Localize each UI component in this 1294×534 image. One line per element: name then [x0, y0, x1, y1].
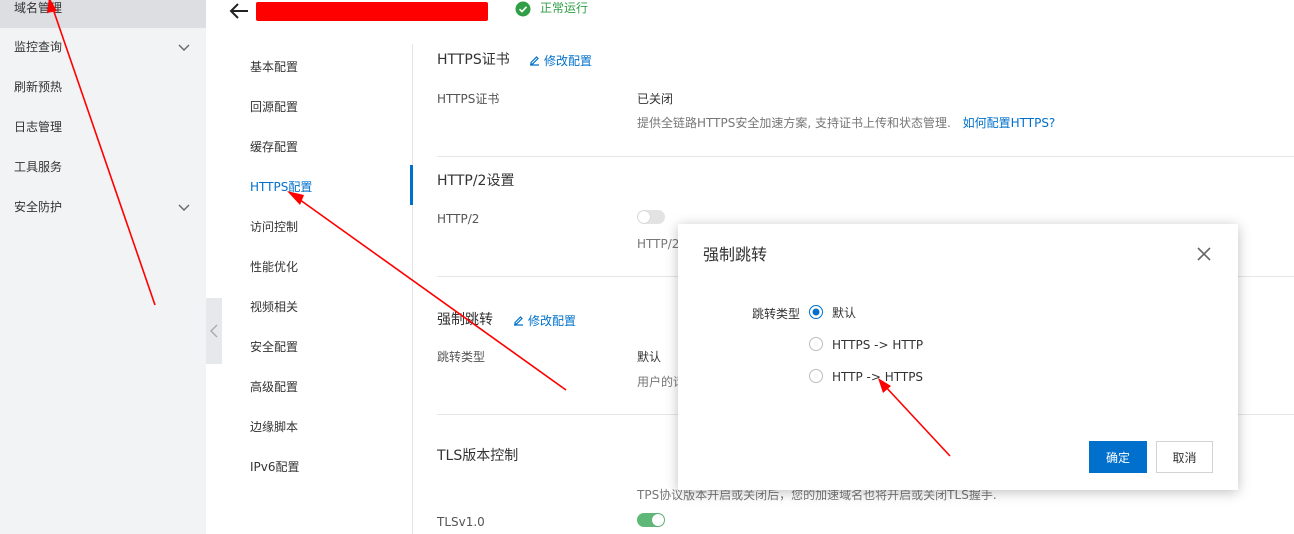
redirect-value: 默认: [637, 350, 662, 364]
section-title-tls: TLS版本控制: [437, 448, 519, 464]
submenu-item-advanced[interactable]: 高级配置: [250, 377, 298, 397]
nav-item-log-management[interactable]: 日志管理: [0, 107, 206, 147]
nav-item-monitoring[interactable]: 监控查询: [0, 27, 206, 67]
left-nav: 域名管理 监控查询 刷新预热 日志管理 工具服务 安全防护: [0, 0, 206, 534]
annotation-arrow-submenu: [295, 196, 567, 391]
section-title-https-cert: HTTPS证书: [437, 52, 510, 68]
chevron-left-icon: [210, 324, 218, 338]
redirect-dialog: 强制跳转 跳转类型 默认 HTTPS -> HTTP HTTP -> HTTPS…: [678, 224, 1238, 490]
submenu-item-cache[interactable]: 缓存配置: [250, 137, 298, 157]
submenu-item-access-control[interactable]: 访问控制: [250, 217, 298, 237]
nav-item-label: 监控查询: [14, 40, 63, 54]
chevron-down-icon: [178, 44, 190, 51]
https-cert-description: 提供全链路HTTPS安全加速方案, 支持证书上传和状态管理. 如何配置HTTPS…: [637, 115, 1055, 131]
edit-https-cert-link[interactable]: 修改配置: [529, 51, 592, 71]
close-icon[interactable]: [1196, 246, 1212, 262]
submenu-divider: [412, 44, 413, 534]
chevron-down-icon: [178, 204, 190, 211]
http2-description: HTTP/2:: [637, 237, 684, 251]
submenu-active-indicator: [410, 165, 413, 205]
submenu-item-origin[interactable]: 回源配置: [250, 97, 298, 117]
toggle-knob: [638, 211, 650, 223]
nav-item-domain-management[interactable]: 域名管理: [0, 0, 206, 28]
confirm-button[interactable]: 确定: [1089, 441, 1147, 473]
nav-item-label: 日志管理: [14, 120, 63, 134]
nav-item-refresh-preload[interactable]: 刷新预热: [0, 67, 206, 107]
cancel-button[interactable]: 取消: [1156, 441, 1213, 473]
nav-item-label: 域名管理: [14, 1, 63, 15]
edit-link-label: 修改配置: [528, 314, 577, 328]
section-divider: [437, 156, 1294, 157]
nav-item-security[interactable]: 安全防护: [0, 187, 206, 227]
tls10-toggle[interactable]: [637, 513, 665, 527]
submenu-item-ipv6[interactable]: IPv6配置: [250, 457, 300, 477]
toggle-knob: [652, 514, 664, 526]
radio-default[interactable]: [809, 305, 823, 319]
radio-http-to-https[interactable]: [809, 369, 823, 383]
http2-toggle[interactable]: [637, 210, 665, 224]
redacted-domain-name: [256, 2, 488, 21]
radio-label-default[interactable]: 默认: [832, 305, 856, 321]
check-circle-icon: [515, 1, 531, 17]
status-text: 正常运行: [540, 1, 589, 15]
how-to-configure-https-link[interactable]: 如何配置HTTPS?: [963, 116, 1056, 130]
nav-item-label: 安全防护: [14, 200, 63, 214]
back-arrow-icon[interactable]: [228, 1, 250, 21]
nav-item-label: 工具服务: [14, 160, 63, 174]
https-cert-field-label: HTTPS证书: [437, 92, 500, 106]
https-cert-desc-text: 提供全链路HTTPS安全加速方案, 支持证书上传和状态管理.: [637, 116, 951, 130]
radio-label-http-to-https[interactable]: HTTP -> HTTPS: [832, 369, 923, 385]
http2-field-label: HTTP/2: [437, 212, 480, 226]
submenu-item-basic[interactable]: 基本配置: [250, 57, 298, 77]
tls10-field-label: TLSv1.0: [437, 515, 485, 529]
dialog-title: 强制跳转: [703, 245, 768, 264]
radio-label-https-to-http[interactable]: HTTPS -> HTTP: [832, 337, 923, 353]
submenu-item-security[interactable]: 安全配置: [250, 337, 298, 357]
edit-icon: [530, 56, 539, 66]
edit-redirect-link[interactable]: 修改配置: [513, 311, 576, 331]
edit-link-label: 修改配置: [544, 54, 593, 68]
redirect-field-label: 跳转类型: [437, 350, 486, 364]
https-cert-value: 已关闭: [637, 92, 674, 106]
submenu-item-https[interactable]: HTTPS配置: [250, 177, 312, 197]
section-title-http2: HTTP/2设置: [437, 173, 515, 189]
collapse-sidebar-button[interactable]: [206, 298, 222, 364]
nav-item-tools[interactable]: 工具服务: [0, 147, 206, 187]
submenu-item-video[interactable]: 视频相关: [250, 297, 298, 317]
nav-item-label: 刷新预热: [14, 80, 63, 94]
radio-https-to-http[interactable]: [809, 337, 823, 351]
submenu-item-edge-script[interactable]: 边缘脚本: [250, 417, 298, 437]
section-title-redirect: 强制跳转: [437, 312, 493, 328]
submenu-item-performance[interactable]: 性能优化: [250, 257, 298, 277]
redirect-type-label: 跳转类型: [752, 307, 801, 321]
edit-icon: [514, 316, 523, 326]
